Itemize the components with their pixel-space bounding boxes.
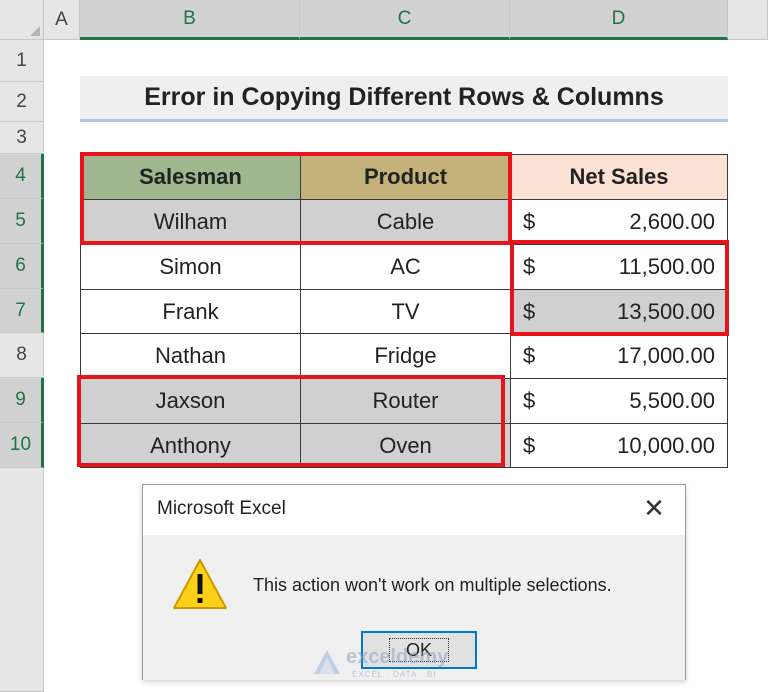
column-header-d[interactable]: D: [510, 0, 728, 40]
watermark-tagline: EXCEL · DATA · BI: [352, 670, 437, 679]
column-header-a[interactable]: A: [44, 0, 80, 40]
watermark-logo: exceldemy EXCEL · DATA · BI: [312, 644, 472, 684]
close-icon[interactable]: ✕: [641, 495, 667, 521]
cell-salesman[interactable]: Wilham: [80, 199, 301, 245]
cell-net-sales[interactable]: $ 5,500.00: [510, 378, 728, 424]
header-product[interactable]: Product: [300, 154, 511, 200]
amount-value: 13,500.00: [617, 298, 715, 324]
currency-symbol: $: [523, 388, 536, 413]
row-header-6[interactable]: 6: [0, 244, 44, 289]
header-salesman[interactable]: Salesman: [80, 154, 301, 200]
currency-symbol: $: [523, 254, 536, 279]
cell-product[interactable]: AC: [300, 244, 511, 290]
row-header-2[interactable]: 2: [0, 82, 44, 122]
warning-icon: [173, 559, 227, 609]
amount-value: 10,000.00: [617, 432, 715, 458]
cell-salesman[interactable]: Simon: [80, 244, 301, 290]
cell-product[interactable]: Oven: [300, 423, 511, 468]
cell-net-sales[interactable]: $ 11,500.00: [510, 244, 728, 290]
row-header-blank: [0, 468, 44, 692]
cell-salesman[interactable]: Frank: [80, 289, 301, 334]
cell-product[interactable]: Router: [300, 378, 511, 424]
dialog-titlebar: Microsoft Excel ✕: [143, 485, 685, 535]
row-header-8[interactable]: 8: [0, 333, 44, 378]
cell-salesman[interactable]: Jaxson: [80, 378, 301, 424]
cell-salesman[interactable]: Anthony: [80, 423, 301, 468]
cell-net-sales[interactable]: $ 10,000.00: [510, 423, 728, 468]
column-header-c[interactable]: C: [300, 0, 510, 40]
logo-icon: [314, 650, 340, 674]
currency-symbol: $: [523, 343, 536, 368]
row-header-9[interactable]: 9: [0, 378, 44, 423]
row-header-4[interactable]: 4: [0, 154, 44, 199]
cell-net-sales[interactable]: $ 13,500.00: [510, 289, 728, 334]
row-header-10[interactable]: 10: [0, 423, 44, 468]
row-header-3[interactable]: 3: [0, 122, 44, 154]
header-net-sales[interactable]: Net Sales: [510, 154, 728, 200]
cell-salesman[interactable]: Nathan: [80, 333, 301, 379]
row-header-1[interactable]: 1: [0, 40, 44, 82]
dialog-message: This action won't work on multiple selec…: [253, 575, 612, 595]
cell-net-sales[interactable]: $ 17,000.00: [510, 333, 728, 379]
amount-value: 5,500.00: [629, 388, 715, 413]
watermark-brand: exceldemy: [346, 646, 449, 668]
sheet-title[interactable]: Error in Copying Different Rows & Column…: [80, 76, 728, 122]
amount-value: 11,500.00: [618, 254, 715, 279]
currency-symbol: $: [523, 209, 536, 234]
amount-value: 17,000.00: [617, 343, 715, 368]
row-header-7[interactable]: 7: [0, 289, 44, 333]
cell-product[interactable]: Fridge: [300, 333, 511, 379]
column-header-e[interactable]: [728, 0, 768, 40]
column-header-b[interactable]: B: [80, 0, 300, 40]
dialog-title: Microsoft Excel: [157, 498, 286, 519]
row-header-5[interactable]: 5: [0, 199, 44, 244]
cell-product[interactable]: TV: [300, 289, 511, 334]
amount-value: 2,600.00: [629, 209, 715, 234]
select-all-corner[interactable]: [0, 0, 44, 40]
cell-product[interactable]: Cable: [300, 199, 511, 245]
currency-symbol: $: [523, 298, 536, 324]
currency-symbol: $: [523, 432, 536, 458]
cell-net-sales[interactable]: $ 2,600.00: [510, 199, 728, 245]
